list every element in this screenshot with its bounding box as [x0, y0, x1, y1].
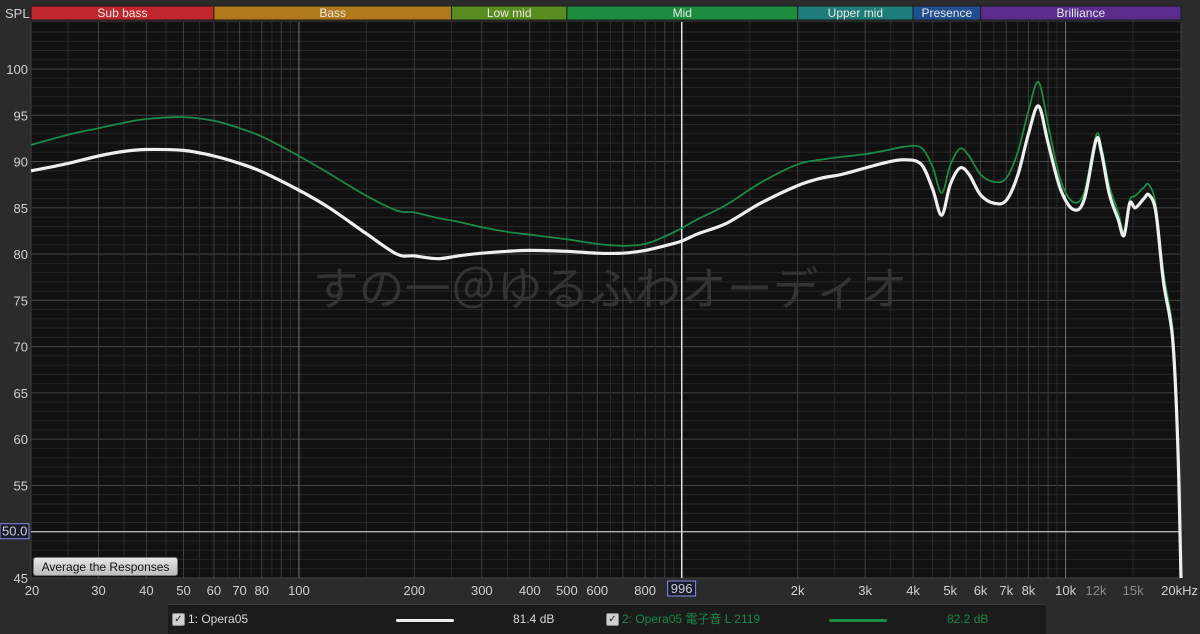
y-tick-55: 55	[14, 478, 28, 493]
band-label-6: Brilliance	[1056, 6, 1105, 20]
frequency-response-chart[interactable]: Sub bass Bass Low mid Mid Upper mid Presence B…	[0, 0, 1200, 633]
x-tick-8000: 8k	[1022, 583, 1036, 598]
y-tick-65: 65	[14, 386, 28, 401]
band-label-2: Low mid	[487, 6, 532, 20]
y-tick-100: 100	[6, 62, 28, 77]
series-1-label: 1: Opera05	[188, 612, 249, 626]
x-tick-70: 70	[232, 583, 246, 598]
x-tick-15000: 15k	[1123, 583, 1144, 598]
y-tick-60: 60	[14, 432, 28, 447]
x-tick-20000: 20kHz	[1161, 583, 1198, 598]
frequency-band-bar: Sub bass Bass Low mid Mid Upper mid Presence B…	[30, 5, 1182, 21]
legend: ✓ 1: Opera05 81.4 dB ✓ 2: Opera05 電子音 L …	[168, 604, 1046, 634]
series-2-label: 2: Opera05 電子音 L 2119	[622, 612, 761, 626]
x-tick-20: 20	[25, 583, 39, 598]
series-2-value: 82.2 dB	[947, 612, 989, 626]
x-tick-30: 30	[91, 583, 105, 598]
x-tick-5000: 5k	[943, 583, 957, 598]
band-label-3: Mid	[673, 6, 692, 20]
x-tick-400: 400	[519, 583, 541, 598]
band-label-5: Presence	[921, 6, 972, 20]
x-tick-2000: 2k	[791, 583, 805, 598]
band-label-1: Bass	[319, 6, 346, 20]
x-tick-10000: 10k	[1055, 583, 1076, 598]
average-responses-button[interactable]: Average the Responses	[33, 557, 178, 576]
x-tick-3000: 3k	[858, 583, 872, 598]
x-tick-800: 800	[634, 583, 656, 598]
legend-entry-2: ✓ 2: Opera05 電子音 L 2119 82.2 dB	[604, 605, 1044, 634]
band-label-0: Sub bass	[97, 6, 147, 20]
legend-entry-1: ✓ 1: Opera05 81.4 dB	[168, 605, 608, 634]
series-2-checkbox[interactable]: ✓	[606, 613, 619, 626]
y-tick-85: 85	[14, 201, 28, 216]
y-tick-90: 90	[14, 155, 28, 170]
x-tick-12000: 12k	[1085, 583, 1106, 598]
x-tick-40: 40	[139, 583, 153, 598]
series-1-swatch	[396, 619, 454, 622]
x-tick-60: 60	[207, 583, 221, 598]
x-tick-4000: 4k	[906, 583, 920, 598]
reference-label: 50.0	[2, 524, 27, 539]
band-label-4: Upper mid	[828, 6, 883, 20]
y-tick-95: 95	[14, 108, 28, 123]
x-tick-200: 200	[403, 583, 425, 598]
x-tick-100: 100	[288, 583, 310, 598]
watermark: すの一＠ゆるふわオーディオ	[313, 262, 908, 316]
x-tick-600: 600	[586, 583, 608, 598]
y-tick-70: 70	[14, 340, 28, 355]
x-tick-300: 300	[471, 583, 493, 598]
y-tick-75: 75	[14, 293, 28, 308]
x-tick-500: 500	[556, 583, 578, 598]
x-tick-6000: 6k	[974, 583, 988, 598]
y-tick-80: 80	[14, 247, 28, 262]
series-1-checkbox[interactable]: ✓	[172, 613, 185, 626]
x-tick-80: 80	[255, 583, 269, 598]
series-2-swatch	[829, 619, 887, 622]
x-tick-50: 50	[176, 583, 190, 598]
y-axis-label: SPL	[5, 6, 30, 21]
cursor-label: 996	[671, 581, 693, 596]
series-1-value: 81.4 dB	[513, 612, 555, 626]
x-tick-7000: 7k	[999, 583, 1013, 598]
